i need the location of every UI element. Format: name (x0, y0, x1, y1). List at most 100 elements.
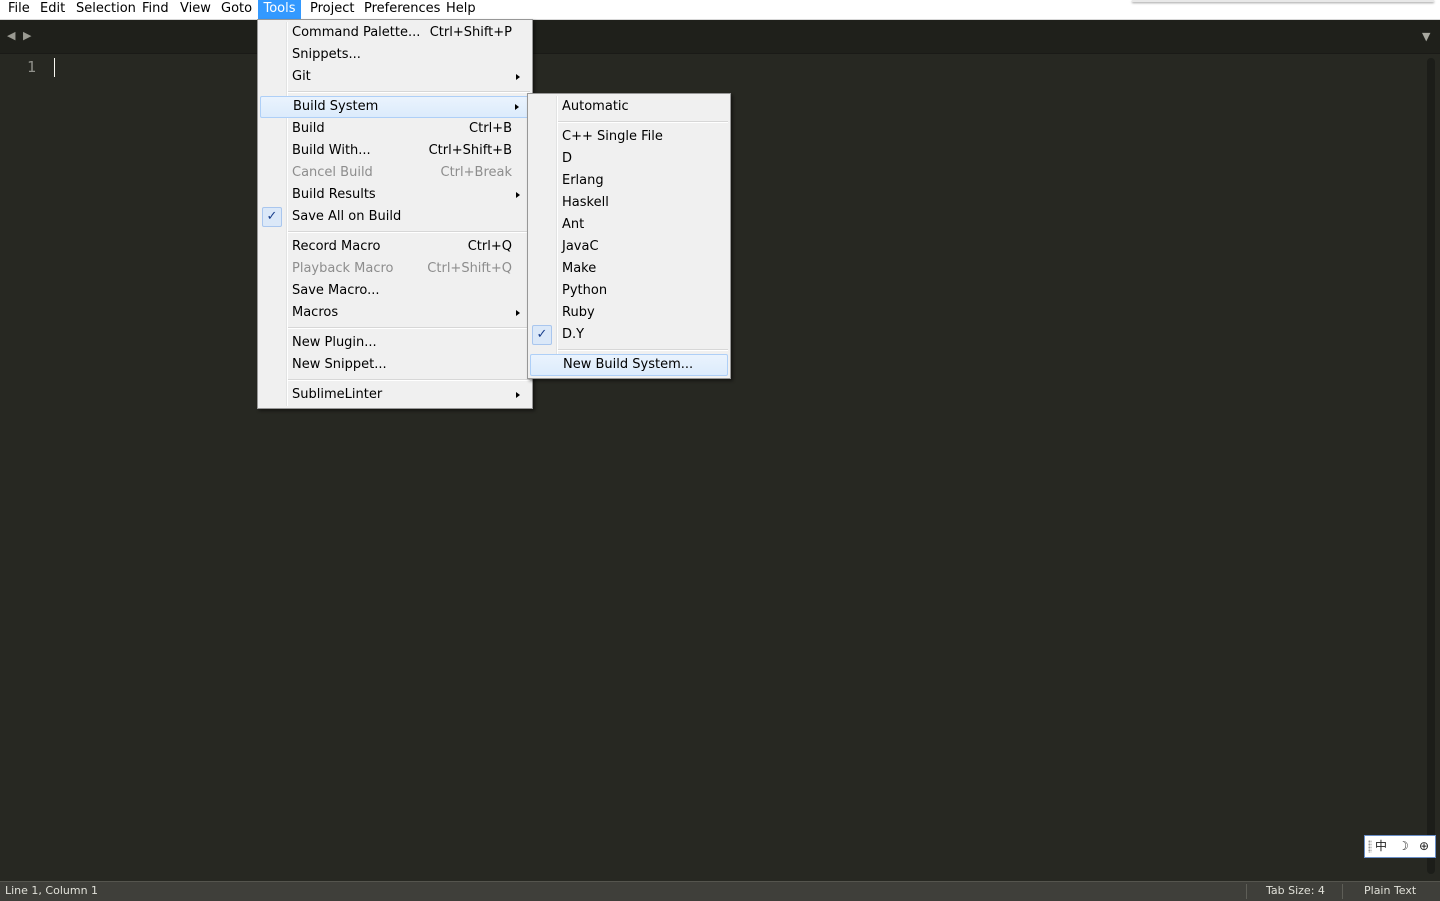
new-snippet-item[interactable]: New Snippet... (260, 354, 530, 376)
submenu-arrow-icon (515, 104, 519, 110)
build-system-item[interactable]: Build System (260, 96, 530, 118)
menu-item-label: Build System (293, 99, 379, 114)
build-javac-item[interactable]: JavaC (530, 236, 728, 258)
build-ant-item[interactable]: Ant (530, 214, 728, 236)
status-bar: Line 1, Column 1 Tab Size: 4 Plain Text (0, 881, 1440, 901)
submenu-arrow-icon (516, 192, 520, 198)
new-build-system-item[interactable]: New Build System... (530, 354, 728, 376)
menu-item-label: Command Palette... (292, 25, 421, 40)
build-dy-item[interactable]: ✓ D.Y (530, 324, 728, 346)
menu-selection[interactable]: Selection (72, 0, 140, 19)
menu-item-label: Record Macro (292, 239, 381, 254)
line-number: 1 (26, 58, 36, 76)
submenu-arrow-icon (516, 310, 520, 316)
menu-item-shortcut: Ctrl+Q (467, 239, 512, 254)
menu-view[interactable]: View (176, 0, 215, 19)
checkmark-icon: ✓ (262, 207, 282, 227)
build-with-item[interactable]: Build With... Ctrl+Shift+B (260, 140, 530, 162)
build-d-item[interactable]: D (530, 148, 728, 170)
save-all-on-build-item[interactable]: ✓ Save All on Build (260, 206, 530, 228)
playback-macro-item[interactable]: Playback Macro Ctrl+Shift+Q (260, 258, 530, 280)
tab-prev-icon[interactable]: ◀ (7, 30, 15, 42)
menu-goto[interactable]: Goto (217, 0, 256, 19)
new-plugin-item[interactable]: New Plugin... (260, 332, 530, 354)
menu-item-label: Macros (292, 305, 339, 320)
menu-preferences[interactable]: Preferences (360, 0, 444, 19)
menu-separator (288, 327, 530, 329)
menu-item-shortcut: Ctrl+Shift+B (428, 143, 512, 158)
menu-item-label: Automatic (562, 99, 629, 114)
menu-item-label: Git (292, 69, 311, 84)
syntax-selector[interactable]: Plain Text (1364, 882, 1416, 900)
submenu-arrow-icon (516, 392, 520, 398)
menu-separator (288, 91, 530, 93)
ime-punctuation-icon[interactable]: ☽ (1398, 836, 1409, 857)
menu-find[interactable]: Find (138, 0, 173, 19)
submenu-arrow-icon (516, 74, 520, 80)
menu-item-label: New Plugin... (292, 335, 377, 350)
menu-item-label: Ant (562, 217, 585, 232)
ime-settings-icon[interactable]: ⊕ (1419, 836, 1429, 857)
menu-item-label: New Build System... (563, 357, 694, 372)
ime-toolbar[interactable]: 中 ☽ ⊕ (1364, 835, 1436, 858)
build-erlang-item[interactable]: Erlang (530, 170, 728, 192)
build-make-item[interactable]: Make (530, 258, 728, 280)
menu-help[interactable]: Help (442, 0, 480, 19)
menu-item-label: Cancel Build (292, 165, 373, 180)
menu-item-label: SublimeLinter (292, 387, 383, 402)
macros-item[interactable]: Macros (260, 302, 530, 324)
tab-list-dropdown-icon[interactable]: ▼ (1422, 30, 1430, 43)
menu-item-label: Snippets... (292, 47, 361, 62)
build-python-item[interactable]: Python (530, 280, 728, 302)
menu-project[interactable]: Project (306, 0, 358, 19)
menu-item-label: Make (562, 261, 597, 276)
menu-separator (558, 349, 728, 351)
build-ruby-item[interactable]: Ruby (530, 302, 728, 324)
menu-edit[interactable]: Edit (36, 0, 69, 19)
cursor-position: Line 1, Column 1 (5, 884, 99, 897)
save-macro-item[interactable]: Save Macro... (260, 280, 530, 302)
tab-bar (0, 20, 1440, 54)
build-cpp-single-file-item[interactable]: C++ Single File (530, 126, 728, 148)
ime-drag-handle[interactable] (1368, 840, 1372, 853)
menu-item-label: Erlang (562, 173, 604, 188)
status-divider (1342, 884, 1343, 899)
menu-item-label: C++ Single File (562, 129, 663, 144)
menu-item-label: D.Y (562, 327, 585, 342)
menu-item-label: Python (562, 283, 608, 298)
build-item[interactable]: Build Ctrl+B (260, 118, 530, 140)
snippets-item[interactable]: Snippets... (260, 44, 530, 66)
menu-item-label: Build Results (292, 187, 376, 202)
menu-tools[interactable]: Tools (258, 0, 301, 19)
build-haskell-item[interactable]: Haskell (530, 192, 728, 214)
vertical-scrollbar[interactable] (1427, 58, 1435, 874)
menu-item-label: New Snippet... (292, 357, 387, 372)
menu-item-label: Save All on Build (292, 209, 402, 224)
menu-item-label: Build (292, 121, 325, 136)
command-palette-item[interactable]: Command Palette... Ctrl+Shift+P (260, 22, 530, 44)
sublimelinter-item[interactable]: SublimeLinter (260, 384, 530, 406)
menu-item-shortcut: Ctrl+Break (440, 165, 513, 180)
text-caret (54, 58, 55, 77)
window-edge-fragment (1132, 0, 1434, 2)
build-results-item[interactable]: Build Results (260, 184, 530, 206)
menu-file[interactable]: File (4, 0, 34, 19)
menu-bar: File Edit Selection Find View Goto Tools… (0, 0, 1440, 20)
ime-mode-icon[interactable]: 中 (1375, 836, 1387, 857)
menu-item-label: D (562, 151, 573, 166)
build-automatic-item[interactable]: Automatic (530, 96, 728, 118)
menu-item-label: JavaC (562, 239, 599, 254)
tab-size-selector[interactable]: Tab Size: 4 (1266, 882, 1325, 900)
menu-item-label: Build With... (292, 143, 371, 158)
build-system-submenu: Automatic C++ Single File D Erlang Haske… (527, 93, 731, 379)
record-macro-item[interactable]: Record Macro Ctrl+Q (260, 236, 530, 258)
menu-item-shortcut: Ctrl+Shift+P (429, 25, 512, 40)
tools-menu: Command Palette... Ctrl+Shift+P Snippets… (257, 19, 533, 409)
menu-separator (288, 379, 530, 381)
git-item[interactable]: Git (260, 66, 530, 88)
menu-item-shortcut: Ctrl+Shift+Q (427, 261, 512, 276)
menu-item-shortcut: Ctrl+B (469, 121, 512, 136)
menu-separator (558, 121, 728, 123)
cancel-build-item[interactable]: Cancel Build Ctrl+Break (260, 162, 530, 184)
tab-next-icon[interactable]: ▶ (23, 30, 31, 42)
